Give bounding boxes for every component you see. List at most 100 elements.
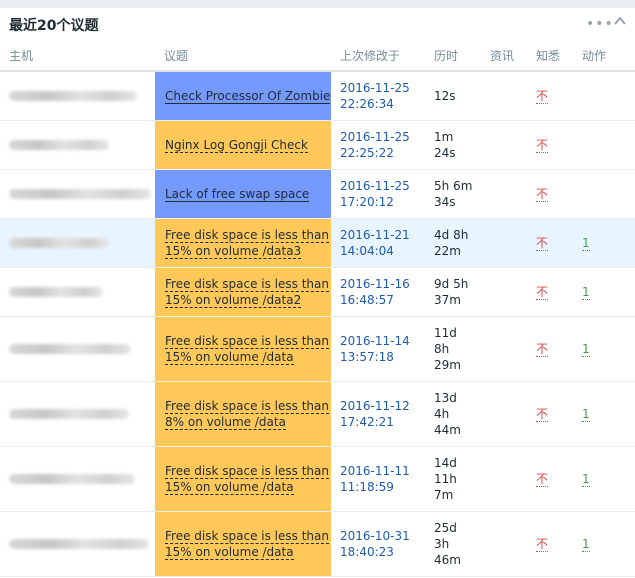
table-row: Free disk space is less than 15% on volu… — [0, 446, 635, 512]
age-cell: 13d 4h 44m — [425, 381, 481, 447]
host-cell[interactable] — [0, 381, 155, 447]
ack-cell: 不 — [527, 511, 573, 577]
last-change-link[interactable]: 2016-11-14 13:57:18 — [340, 334, 410, 364]
table-row: Free disk space is less than 15% on volu… — [0, 511, 635, 577]
issue-link[interactable]: Check Processor Of Zombie — [165, 88, 331, 104]
host-name-redacted[interactable] — [9, 473, 135, 484]
actions-link[interactable]: 1 — [582, 536, 590, 552]
host-cell[interactable] — [0, 446, 155, 512]
issue-link[interactable]: Free disk space is less than 15% on volu… — [165, 227, 329, 259]
ack-cell: 不 — [527, 218, 573, 268]
col-last-change[interactable]: 上次修改于 — [331, 40, 425, 72]
host-cell[interactable] — [0, 511, 155, 577]
age-value: 4d 8h 22m — [434, 227, 469, 258]
chevron-up-icon[interactable] — [612, 13, 628, 29]
ack-cell: 不 — [527, 446, 573, 512]
last-change-link[interactable]: 2016-11-25 22:25:22 — [340, 130, 410, 160]
actions-link[interactable]: 1 — [582, 284, 590, 300]
col-info: 资讯 — [481, 40, 527, 72]
info-cell — [481, 381, 527, 447]
host-name-redacted[interactable] — [9, 90, 137, 101]
ack-link[interactable]: 不 — [536, 236, 549, 251]
actions-link[interactable]: 1 — [582, 341, 590, 357]
issue-link[interactable]: Free disk space is less than 8% on volum… — [165, 398, 329, 430]
issue-link[interactable]: Free disk space is less than 15% on volu… — [165, 463, 329, 495]
ack-link[interactable]: 不 — [536, 285, 549, 300]
last-change-cell: 2016-11-11 11:18:59 — [331, 446, 425, 512]
actions-link[interactable]: 1 — [582, 406, 590, 422]
age-value: 25d 3h 46m — [434, 520, 461, 567]
ack-cell: 不 — [527, 169, 573, 219]
col-issue[interactable]: 议题 — [155, 40, 331, 72]
ack-cell: 不 — [527, 120, 573, 170]
last-change-cell: 2016-10-31 18:40:23 — [331, 511, 425, 577]
issue-link[interactable]: Free disk space is less than 15% on volu… — [165, 333, 329, 365]
issue-cell: Free disk space is less than 15% on volu… — [155, 267, 331, 317]
ack-link[interactable]: 不 — [536, 472, 549, 487]
last-change-cell: 2016-11-25 22:26:34 — [331, 71, 425, 121]
host-cell[interactable] — [0, 120, 155, 170]
host-cell[interactable] — [0, 316, 155, 382]
age-value: 9d 5h 37m — [434, 276, 469, 307]
more-icon[interactable]: ••• — [586, 16, 614, 32]
issue-cell: Free disk space is less than 15% on volu… — [155, 316, 331, 382]
host-cell[interactable] — [0, 169, 155, 219]
host-cell[interactable] — [0, 71, 155, 121]
age-value: 14d 11h 7m — [434, 455, 457, 502]
ack-link[interactable]: 不 — [536, 407, 549, 422]
age-cell: 11d 8h 29m — [425, 316, 481, 382]
table-row: Nginx Log Gongji Check 2016-11-25 22:25:2… — [0, 120, 635, 170]
widget-header: 最近20个议题 ••• — [0, 8, 635, 40]
last-change-cell: 2016-11-16 16:48:57 — [331, 267, 425, 317]
actions-cell — [573, 71, 635, 121]
issue-cell: Free disk space is less than 8% on volum… — [155, 381, 331, 447]
actions-cell — [573, 169, 635, 219]
actions-link[interactable]: 1 — [582, 235, 590, 251]
ack-cell: 不 — [527, 267, 573, 317]
host-cell[interactable] — [0, 267, 155, 317]
ack-link[interactable]: 不 — [536, 537, 549, 552]
issue-link[interactable]: Lack of free swap space — [165, 186, 310, 202]
ack-link[interactable]: 不 — [536, 89, 549, 105]
ack-link[interactable]: 不 — [536, 138, 549, 153]
host-cell[interactable] — [0, 218, 155, 268]
info-cell — [481, 120, 527, 170]
age-value: 1m 24s — [434, 129, 456, 160]
host-name-redacted[interactable] — [9, 188, 151, 199]
issue-link[interactable]: Free disk space is less than 15% on volu… — [165, 528, 329, 560]
actions-link[interactable]: 1 — [582, 471, 590, 487]
problems-widget: 最近20个议题 ••• 主机 议题 上次修改于 历时 资讯 知悉 动作 Chec… — [0, 0, 635, 578]
issue-link[interactable]: Free disk space is less than 15% on volu… — [165, 276, 329, 308]
last-change-cell: 2016-11-25 17:20:12 — [331, 169, 425, 219]
last-change-link[interactable]: 2016-11-12 17:42:21 — [340, 399, 410, 429]
last-change-link[interactable]: 2016-11-21 14:04:04 — [340, 228, 410, 258]
ack-link[interactable]: 不 — [536, 187, 549, 202]
issue-cell: Check Processor Of Zombie — [155, 71, 331, 121]
ack-cell: 不 — [527, 381, 573, 447]
actions-cell: 1 — [573, 446, 635, 512]
host-name-redacted[interactable] — [9, 408, 129, 419]
info-cell — [481, 71, 527, 121]
issue-cell: Free disk space is less than 15% on volu… — [155, 446, 331, 512]
col-ack: 知悉 — [527, 40, 573, 72]
last-change-cell: 2016-11-21 14:04:04 — [331, 218, 425, 268]
last-change-link[interactable]: 2016-10-31 18:40:23 — [340, 529, 410, 559]
age-value: 11d 8h 29m — [434, 325, 461, 372]
actions-cell — [573, 120, 635, 170]
host-name-redacted[interactable] — [9, 237, 109, 248]
age-cell: 25d 3h 46m — [425, 511, 481, 577]
problems-table: 主机 议题 上次修改于 历时 资讯 知悉 动作 Check Processor … — [0, 40, 635, 577]
table-row: Free disk space is less than 15% on volu… — [0, 316, 635, 382]
host-name-redacted[interactable] — [9, 343, 131, 354]
host-name-redacted[interactable] — [9, 139, 109, 150]
col-host[interactable]: 主机 — [0, 40, 155, 72]
last-change-link[interactable]: 2016-11-25 17:20:12 — [340, 179, 410, 209]
issue-link[interactable]: Nginx Log Gongji Check — [165, 137, 308, 153]
last-change-link[interactable]: 2016-11-16 16:48:57 — [340, 277, 410, 307]
last-change-cell: 2016-11-25 22:25:22 — [331, 120, 425, 170]
last-change-link[interactable]: 2016-11-25 22:26:34 — [340, 81, 410, 111]
host-name-redacted[interactable] — [9, 538, 149, 549]
ack-link[interactable]: 不 — [536, 342, 549, 357]
last-change-link[interactable]: 2016-11-11 11:18:59 — [340, 464, 410, 494]
host-name-redacted[interactable] — [9, 286, 103, 297]
